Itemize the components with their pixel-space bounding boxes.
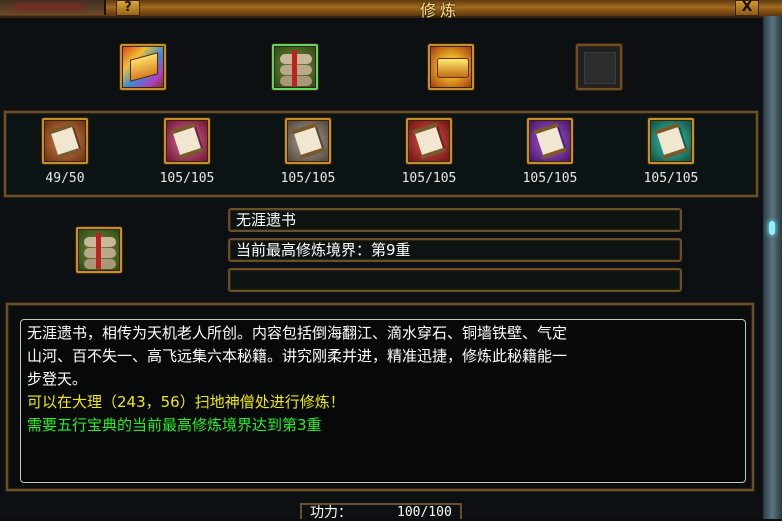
manual-count-3: 105/105 <box>280 171 336 186</box>
scroll-red-icon[interactable] <box>406 118 452 164</box>
description-panel: 无涯遗书，相传为天机老人所创。内容包括倒海翻江、滴水穿石、铜墙铁壁、气定 山河、… <box>6 303 754 491</box>
scroll-pink-icon[interactable] <box>164 118 210 164</box>
manual-list: 49/50 105/105 105/105 105/105 105/105 10… <box>4 111 758 197</box>
description-text-area: 无涯遗书，相传为天机老人所创。内容包括倒海翻江、滴水穿石、铜墙铁壁、气定 山河、… <box>20 319 746 483</box>
background-scenery <box>763 16 782 519</box>
help-button[interactable]: ? <box>116 0 140 16</box>
scroll-white-icon[interactable] <box>285 118 331 164</box>
manual-count-4: 105/105 <box>401 171 457 186</box>
training-requirement: 需要五行宝典的当前最高修炼境界达到第3重 <box>27 416 322 434</box>
power-display: 功力： 100/100 <box>300 503 462 521</box>
window-title: 修炼 <box>419 1 460 20</box>
scroll-bundle-icon[interactable] <box>272 44 318 90</box>
scroll-teal-icon[interactable] <box>648 118 694 164</box>
scroll-brown-icon[interactable] <box>42 118 88 164</box>
scroll-purple-icon[interactable] <box>527 118 573 164</box>
manual-count-6: 105/105 <box>643 171 699 186</box>
scroll-paper <box>293 125 323 157</box>
manual-level-field: 当前最高修炼境界：第9重 <box>228 238 682 262</box>
manual-name-field: 无涯遗书 <box>228 208 682 232</box>
description-line-1: 无涯遗书，相传为天机老人所创。内容包括倒海翻江、滴水穿石、铜墙铁壁、气定 <box>27 324 568 342</box>
empty-slot <box>584 52 616 84</box>
scroll-paper <box>535 125 565 157</box>
manual-extra-field <box>228 268 682 292</box>
manual-count-1: 49/50 <box>45 171 85 186</box>
title-left-decoration <box>0 0 106 15</box>
treasure-chest <box>437 58 469 78</box>
description-line-3: 步登天。 <box>27 370 88 388</box>
gold-treasure-icon[interactable] <box>428 44 474 90</box>
scroll-paper <box>50 125 80 157</box>
selected-scroll-bundle-icon <box>76 227 122 273</box>
training-location: 可以在大理（243，56）扫地神僧处进行修炼！ <box>27 393 345 411</box>
scroll-paper <box>414 125 444 157</box>
power-value: 100/100 <box>397 505 452 520</box>
locked-slot-icon[interactable] <box>576 44 622 90</box>
bundle-ribbon <box>96 233 101 269</box>
manual-count-2: 105/105 <box>159 171 215 186</box>
bundle-ribbon <box>292 50 297 86</box>
rainbow-book-icon[interactable] <box>120 44 166 90</box>
book-shape <box>130 52 158 82</box>
manual-count-5: 105/105 <box>522 171 578 186</box>
description-line-2: 山河、百不失一、高飞远集六本秘籍。讲究刚柔并进，精准迅捷，修炼此秘籍能一 <box>27 347 568 365</box>
scroll-paper <box>656 125 686 157</box>
power-label: 功力： <box>310 505 352 521</box>
scroll-paper <box>172 125 202 157</box>
close-button[interactable]: X <box>735 0 759 16</box>
